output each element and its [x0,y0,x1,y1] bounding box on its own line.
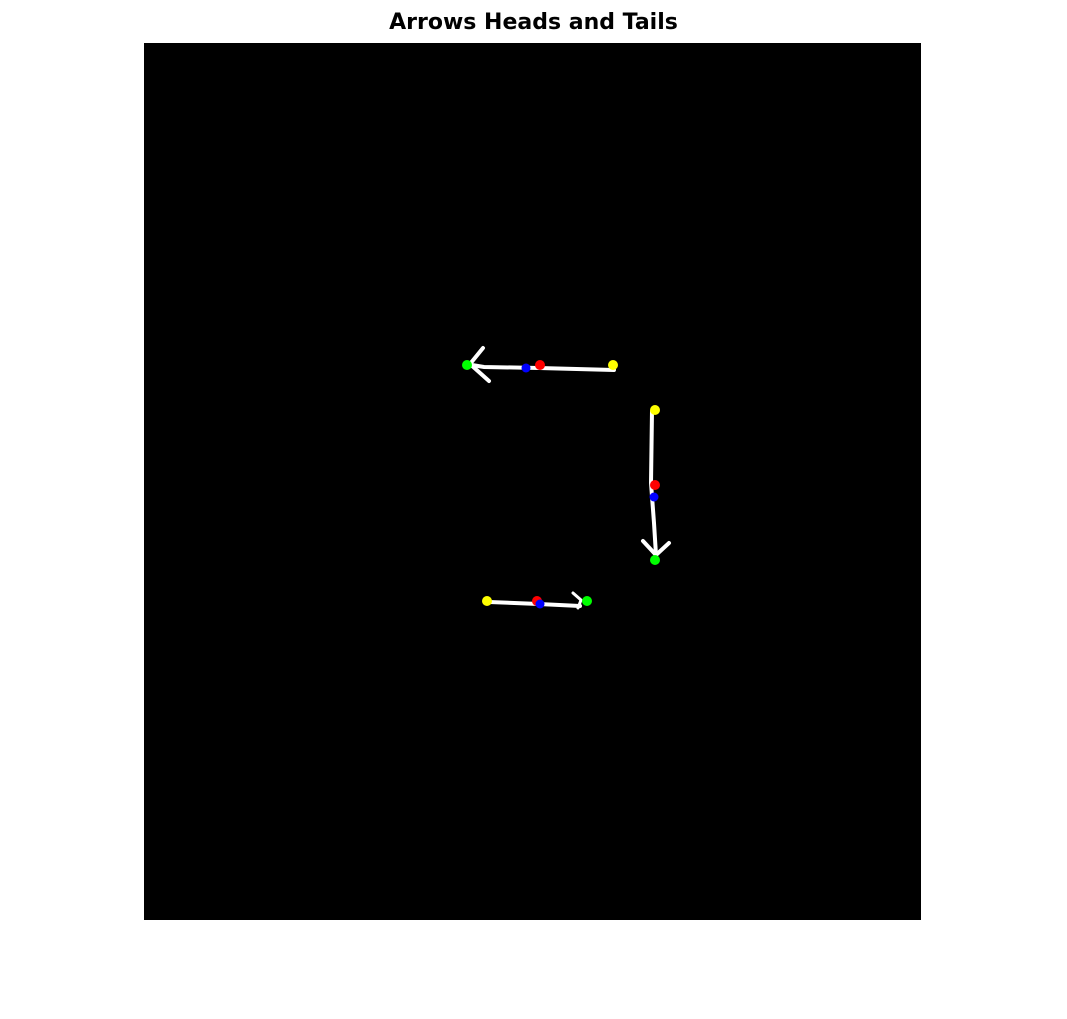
arrow-right [482,591,592,610]
figure-window: Arrows Heads and Tails [0,0,1067,1019]
head-marker [462,360,472,370]
image-axes [144,43,921,920]
tail-marker [608,360,618,370]
tail-marker [482,596,492,606]
arrow-left [462,346,618,383]
head-marker [582,596,592,606]
head-marker [650,555,660,565]
figure-title: Arrows Heads and Tails [389,10,678,35]
centroid-marker [649,492,659,502]
centroid-marker [535,599,545,609]
center-marker [650,480,660,490]
arrow-down [641,405,671,565]
centroid-marker [521,363,531,373]
arrow-image [462,346,671,610]
center-marker [535,360,545,370]
tail-marker [650,405,660,415]
